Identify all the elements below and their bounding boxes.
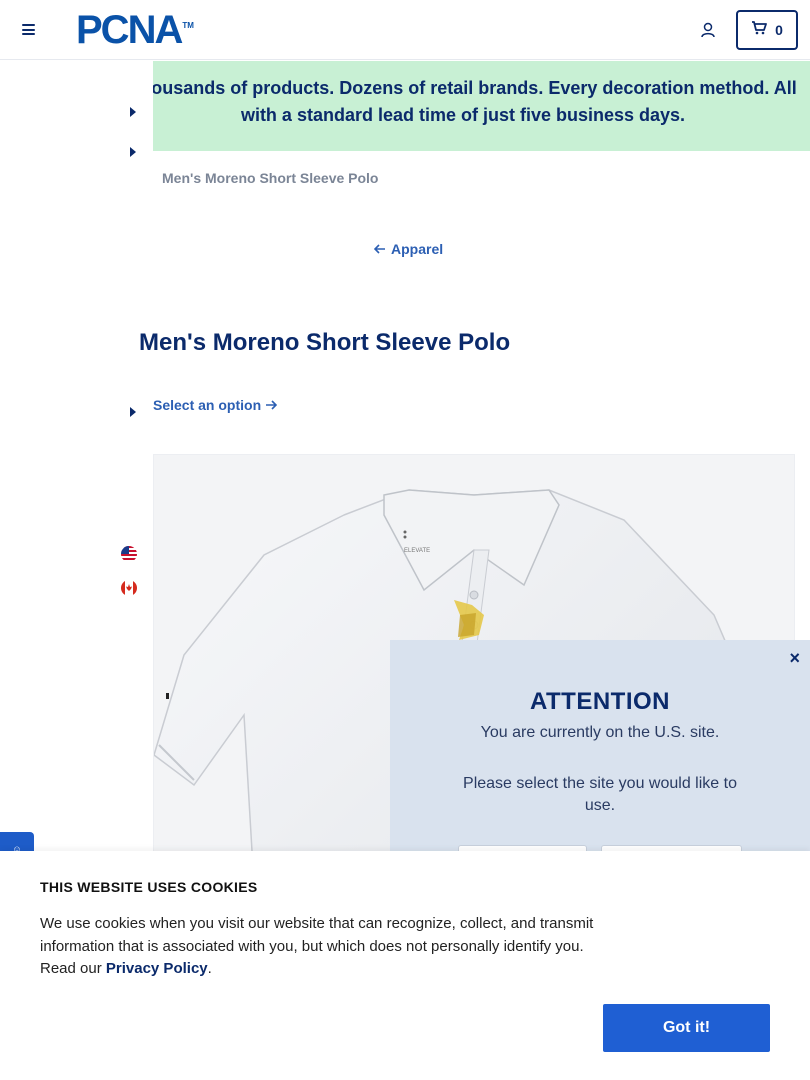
privacy-policy-link[interactable]: Privacy Policy	[106, 960, 208, 977]
expand-caret-icon[interactable]	[130, 407, 136, 417]
arrow-right-icon	[265, 397, 278, 413]
promo-banner: Thousands of products. Dozens of retail …	[153, 61, 810, 151]
modal-title: ATTENTION	[529, 688, 671, 715]
accept-cookies-button[interactable]: Got it!	[603, 1004, 770, 1052]
logo-trademark: TM	[182, 21, 194, 30]
product-title: Men's Moreno Short Sleeve Polo	[139, 329, 511, 356]
modal-current-site-text: You are currently on the U.S. site.	[480, 724, 720, 741]
arrow-left-icon	[373, 241, 386, 257]
option-link-label: Select an option	[153, 397, 262, 413]
cart-count: 0	[775, 22, 783, 38]
cookie-body: We use cookies when you visit our websit…	[40, 913, 610, 981]
cart-icon	[751, 20, 767, 40]
select-option-link[interactable]: Select an option	[153, 397, 278, 413]
expand-caret-icon[interactable]	[130, 107, 136, 117]
canada-flag-icon[interactable]	[121, 580, 137, 596]
cookie-title: THIS WEBSITE USES COOKIES	[40, 879, 258, 895]
shirt-brand-label: ELEVATE	[404, 548, 430, 554]
cookie-period: .	[207, 960, 212, 977]
page: PCNATM 0 Thousands of products. Dozens o…	[0, 0, 810, 1080]
expand-caret-icon[interactable]	[130, 147, 136, 157]
cart-button[interactable]: 0	[736, 10, 798, 50]
hamburger-icon[interactable]	[22, 24, 35, 35]
user-icon[interactable]	[699, 21, 717, 39]
breadcrumb: Men's Moreno Short Sleeve Polo	[162, 170, 379, 186]
cookie-banner: THIS WEBSITE USES COOKIES We use cookies…	[0, 851, 810, 1080]
us-flag-icon[interactable]	[121, 546, 137, 562]
promo-text: Thousands of products. Dozens of retail …	[153, 78, 797, 125]
close-icon[interactable]: ×	[789, 648, 800, 669]
back-to-apparel-link[interactable]: Apparel	[373, 241, 444, 257]
modal-select-site-text: Please select the site you would like to…	[463, 775, 737, 814]
pcna-logo[interactable]: PCNATM	[76, 10, 194, 50]
logo-text: PCNA	[76, 8, 183, 52]
site-header: PCNATM 0	[0, 0, 810, 60]
back-link-label: Apparel	[391, 241, 444, 257]
